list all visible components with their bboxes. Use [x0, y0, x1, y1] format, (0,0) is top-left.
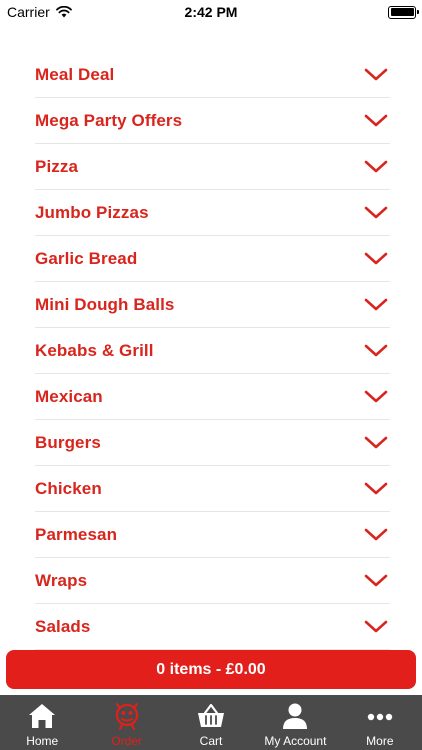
- chevron-down-icon: [364, 620, 388, 632]
- status-bar: Carrier 2:42 PM: [0, 0, 422, 24]
- category-row-chicken[interactable]: Chicken: [35, 466, 390, 512]
- chevron-down-icon: [364, 436, 388, 448]
- category-label: Wraps: [35, 570, 88, 590]
- chevron-down-icon: [364, 114, 388, 126]
- tab-my-account[interactable]: My Account: [253, 695, 337, 750]
- category-label: Burgers: [35, 432, 101, 452]
- basket-icon: [198, 703, 225, 727]
- chevron-down-icon: [364, 298, 388, 310]
- category-row-pizza[interactable]: Pizza: [35, 144, 390, 190]
- battery-icon: [388, 5, 419, 19]
- category-label: Kebabs & Grill: [35, 340, 154, 360]
- tab-label: Cart: [199, 734, 223, 748]
- category-row-burgers[interactable]: Burgers: [35, 420, 390, 466]
- category-row-kebabs-grill[interactable]: Kebabs & Grill: [35, 328, 390, 374]
- home-icon: [29, 704, 56, 728]
- chevron-down-icon: [364, 160, 388, 172]
- chevron-down-icon: [364, 68, 388, 80]
- chevron-down-icon: [364, 528, 388, 540]
- chevron-down-icon: [364, 344, 388, 356]
- chevron-down-icon: [364, 574, 388, 586]
- category-row-garlic-bread[interactable]: Garlic Bread: [35, 236, 390, 282]
- carrier-label: Carrier: [7, 4, 50, 20]
- tab-label: Order: [111, 734, 142, 748]
- more-icon: [367, 713, 393, 721]
- category-label: Mini Dough Balls: [35, 294, 175, 314]
- tab-home[interactable]: Home: [0, 695, 84, 750]
- tab-order[interactable]: Order: [84, 695, 168, 750]
- chevron-down-icon: [364, 390, 388, 402]
- wifi-icon: [55, 6, 72, 18]
- category-row-meal-deal[interactable]: Meal Deal: [35, 52, 390, 98]
- cart-summary-label: 0 items - £0.00: [156, 660, 266, 678]
- category-label: Garlic Bread: [35, 248, 138, 268]
- category-label: Mega Party Offers: [35, 110, 183, 130]
- bottom-tab-bar: Home Order Cart My Account More: [0, 695, 422, 750]
- tab-label: More: [366, 734, 394, 748]
- category-row-parmesan[interactable]: Parmesan: [35, 512, 390, 558]
- category-row-mexican[interactable]: Mexican: [35, 374, 390, 420]
- category-label: Pizza: [35, 156, 79, 176]
- chevron-down-icon: [364, 482, 388, 494]
- category-label: Chicken: [35, 478, 102, 498]
- category-row-salads[interactable]: Salads: [35, 604, 390, 650]
- chevron-down-icon: [364, 252, 388, 264]
- tab-label: My Account: [264, 734, 327, 748]
- view-cart-button[interactable]: 0 items - £0.00: [6, 650, 416, 689]
- category-label: Jumbo Pizzas: [35, 202, 149, 222]
- category-list: Meal Deal Mega Party Offers Pizza Jumbo …: [35, 52, 390, 650]
- category-row-jumbo-pizzas[interactable]: Jumbo Pizzas: [35, 190, 390, 236]
- category-row-mini-dough-balls[interactable]: Mini Dough Balls: [35, 282, 390, 328]
- chevron-down-icon: [364, 206, 388, 218]
- category-row-wraps[interactable]: Wraps: [35, 558, 390, 604]
- person-icon: [283, 703, 308, 729]
- status-left: Carrier: [7, 4, 72, 20]
- category-label: Meal Deal: [35, 64, 115, 84]
- category-label: Mexican: [35, 386, 103, 406]
- category-row-mega-party-offers[interactable]: Mega Party Offers: [35, 98, 390, 144]
- category-label: Parmesan: [35, 524, 118, 544]
- tab-more[interactable]: More: [338, 695, 422, 750]
- order-icon: [115, 703, 138, 730]
- tab-cart[interactable]: Cart: [169, 695, 253, 750]
- category-label: Salads: [35, 616, 91, 636]
- tab-label: Home: [26, 734, 59, 748]
